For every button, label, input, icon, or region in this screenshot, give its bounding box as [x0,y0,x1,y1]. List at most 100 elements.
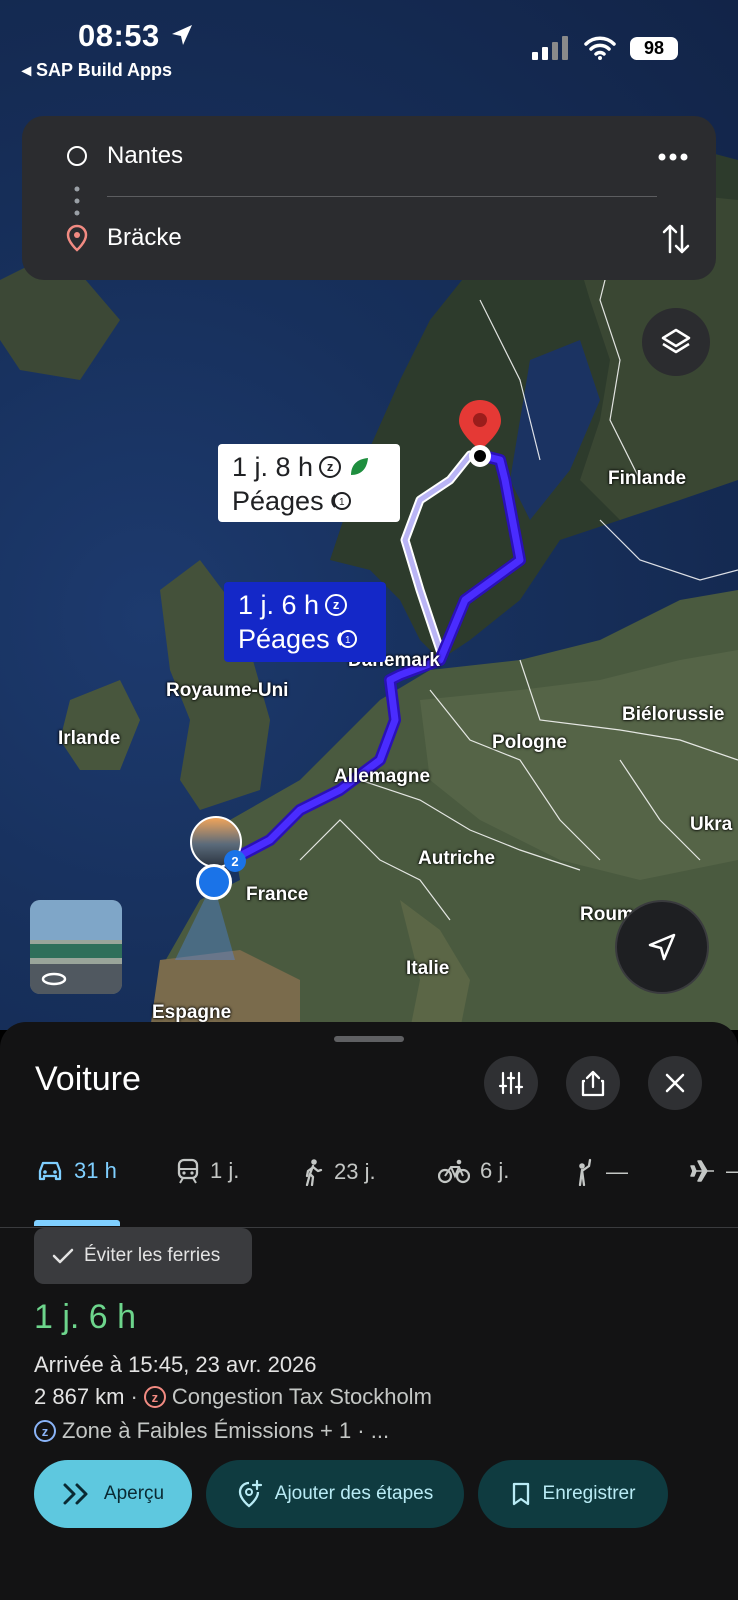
tab-car-label: 31 h [74,1158,117,1183]
save-button[interactable]: Enregistrer [478,1460,668,1528]
svg-text:1: 1 [339,497,345,508]
svg-text:1: 1 [345,635,351,646]
wifi-icon [584,36,616,60]
check-icon [52,1248,74,1264]
add-location-icon [238,1480,262,1508]
low-emission-zone-icon: z [319,456,342,478]
low-emission-zone-icon: z [34,1420,56,1442]
label-spain: Espagne [152,1002,232,1023]
tab-transit-label: 1 j. [210,1158,240,1183]
share-button[interactable] [566,1056,620,1110]
divider [107,196,657,197]
tab-bike[interactable]: 6 j. [438,1158,509,1184]
tab-flight-label: – [726,1158,738,1183]
tab-flight[interactable]: – [690,1158,738,1184]
battery-level: 98 [630,36,678,60]
share-icon [581,1070,605,1097]
zone-details: z Zone à Faibles Émissions + 1 · ... [34,1418,389,1444]
directions-sheet: Voiture 31 h 1 j. 23 j. 6 j. — – Éviter … [0,1022,738,1600]
close-icon [665,1073,685,1093]
overview-button[interactable]: Aperçu [34,1460,192,1528]
low-emission-zone-icon: z [325,594,348,616]
plane-icon [690,1160,714,1182]
alt-route-bubble[interactable]: 1 j. 8 h z Péages 1 [218,444,400,522]
hail-icon [578,1158,592,1186]
main-route-time: 1 j. 6 h [238,590,320,620]
layers-icon [661,328,691,354]
status-time-text: 08:53 [78,18,160,53]
tab-car[interactable]: 31 h [36,1158,117,1184]
tab-ride-label: — [606,1159,628,1184]
label-ireland: Irlande [58,728,121,749]
label-uk: Royaume-Uni [166,680,289,701]
tab-ride[interactable]: — [572,1158,628,1186]
back-to-app-link[interactable]: ◂ SAP Build Apps [22,60,172,81]
toll-icon: 1 [336,630,357,648]
street-view-thumbnail[interactable] [30,900,122,994]
add-stops-label: Ajouter des étapes [274,1483,434,1504]
sheet-drag-handle[interactable] [334,1036,404,1042]
sheet-title: Voiture [35,1060,141,1098]
zone-label: Zone à Faibles Émissions + 1 · ... [62,1418,390,1443]
car-icon [38,1161,62,1181]
main-route-toll: Péages [238,624,330,654]
label-italy: Italie [406,958,450,979]
route-search-card: Nantes Bräcke [22,116,716,280]
route-options-button[interactable] [484,1056,538,1110]
alt-route-time: 1 j. 8 h [232,452,314,482]
congestion-zone-icon: z [143,1386,166,1408]
avatar-badge: 2 [224,850,246,872]
360-icon [41,972,67,986]
label-germany: Allemagne [334,766,431,787]
route-details: 2 867 km · z Congestion Tax Stockholm [34,1384,432,1410]
label-ukraine: Ukra [690,814,733,835]
main-route-bubble[interactable]: 1 j. 6 h z Péages 1 [224,582,386,662]
destination-pin-icon[interactable] [455,398,505,470]
eco-leaf-icon [351,458,369,475]
tab-transit[interactable]: 1 j. [176,1158,239,1184]
navigation-arrow-icon [648,933,676,961]
label-austria: Autriche [418,848,496,869]
bookmark-icon [512,1482,529,1506]
arrival-time: Arrivée à 15:45, 23 avr. 2026 [34,1352,317,1377]
destination-field[interactable]: Bräcke [107,224,182,252]
close-button[interactable] [648,1056,702,1110]
walk-icon [305,1159,323,1186]
route-distance: 2 867 km [34,1384,125,1409]
add-stops-button[interactable]: Ajouter des étapes [206,1460,464,1528]
overview-label: Aperçu [103,1483,165,1504]
status-icons: 98 [532,36,678,60]
destination-pin-icon [66,224,88,252]
route-dots-icon [74,186,80,216]
double-chevron-icon [63,1483,88,1505]
bike-icon [438,1159,470,1184]
separator: · [130,1384,138,1409]
avoid-ferries-chip[interactable]: Éviter les ferries [34,1228,252,1284]
status-time: 08:53 [78,18,195,54]
tab-walk-label: 23 j. [334,1159,376,1184]
toll-icon: 1 [330,492,351,510]
swap-icon[interactable] [662,222,690,256]
origin-field[interactable]: Nantes [107,142,183,170]
train-icon [177,1158,199,1184]
tune-icon [498,1071,524,1095]
label-poland: Pologne [492,732,567,753]
label-france: France [246,884,309,905]
congestion-tax-label: Congestion Tax Stockholm [171,1384,432,1409]
current-location-dot [196,864,232,900]
label-finland: Finlande [608,468,687,489]
origin-circle-icon [67,146,87,166]
layers-button[interactable] [642,308,710,376]
active-tab-indicator [34,1220,120,1226]
avoid-ferries-label: Éviter les ferries [84,1245,221,1266]
location-arrow-icon [171,25,192,45]
recenter-button[interactable] [615,900,709,994]
save-label: Enregistrer [542,1483,636,1504]
tab-walk[interactable]: 23 j. [302,1158,376,1186]
travel-mode-tabs: 31 h 1 j. 23 j. 6 j. — – [0,1138,738,1228]
signal-icon [532,36,568,60]
route-duration: 1 j. 6 h [34,1298,137,1336]
tab-bike-label: 6 j. [480,1158,510,1183]
label-belarus: Biélorussie [622,704,725,725]
more-options-icon[interactable] [658,152,688,162]
